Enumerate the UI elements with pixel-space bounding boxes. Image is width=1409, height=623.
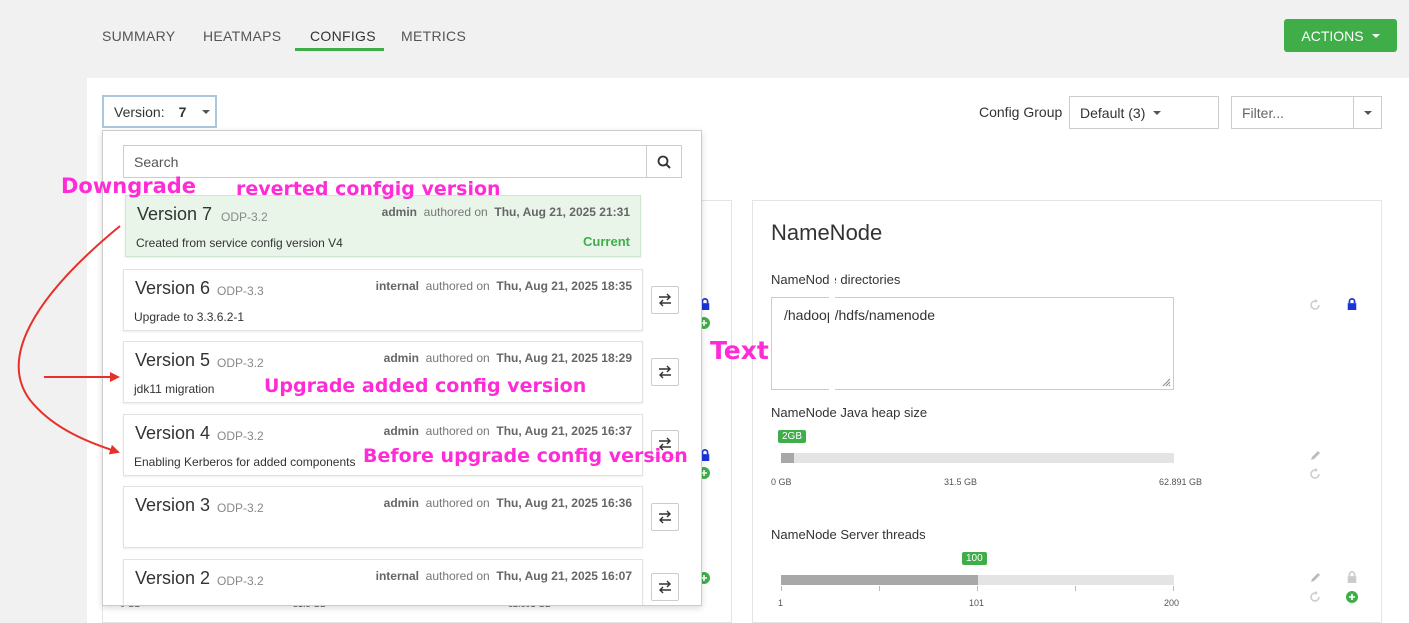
annotation-mask [829,272,835,392]
annotation-text: Text [710,336,769,365]
annotation-upgrade-added: Upgrade added config version [264,375,587,397]
annotation-before-upgrade: Before upgrade config version [363,445,688,467]
annotation-downgrade: Downgrade [61,174,197,198]
annotation-arrows [17,225,835,455]
downgrade-arrow [17,225,121,455]
annotation-reverted: reverted confgig version [236,178,501,200]
